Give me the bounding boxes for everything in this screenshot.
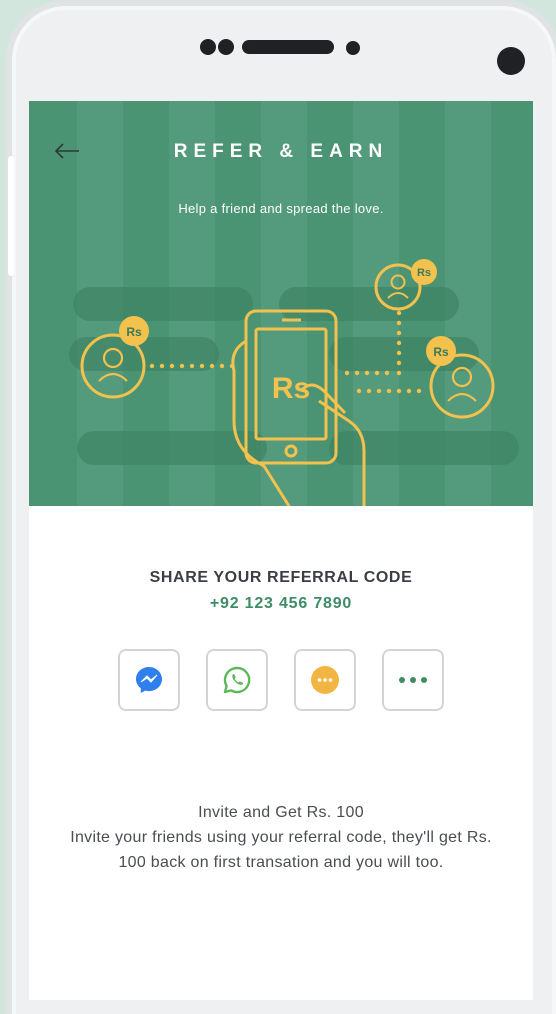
referral-illustration: Rs Rs Rs Rs (69, 259, 519, 506)
svg-text:Rs: Rs (433, 345, 449, 359)
phone-top-bezel (12, 6, 556, 106)
share-options (118, 649, 444, 713)
share-sms-button[interactable] (294, 649, 356, 711)
phone-side-button (8, 156, 14, 276)
share-messenger-button[interactable] (118, 649, 180, 711)
svg-text:Rs: Rs (417, 267, 431, 279)
referral-code[interactable]: +92 123 456 7890 (29, 595, 533, 613)
invite-description: Invite your friends using your referral … (70, 829, 492, 871)
sensor-dot (346, 41, 360, 55)
sensor-dot (200, 39, 216, 55)
sensor-dot (218, 39, 234, 55)
whatsapp-icon (223, 666, 251, 694)
hero-banner: REFER & EARN Help a friend and spread th… (29, 101, 533, 506)
svg-text:Rs: Rs (126, 325, 142, 339)
front-camera (497, 47, 525, 75)
messenger-icon (136, 667, 162, 693)
more-options-icon (399, 677, 427, 683)
app-screen: REFER & EARN Help a friend and spread th… (29, 101, 533, 1000)
share-more-button[interactable] (382, 649, 444, 711)
page-title: REFER & EARN (173, 141, 389, 162)
share-whatsapp-button[interactable] (206, 649, 268, 711)
referral-content: SHARE YOUR REFERRAL CODE +92 123 456 789… (29, 506, 533, 1000)
sms-chat-icon (311, 666, 339, 694)
svg-text:Rs: Rs (272, 372, 310, 405)
share-heading: SHARE YOUR REFERRAL CODE (149, 569, 413, 586)
page-subtitle: Help a friend and spread the love. (178, 201, 384, 216)
invite-title: Invite and Get Rs. 100 (198, 804, 364, 821)
speaker-grille (242, 40, 334, 54)
